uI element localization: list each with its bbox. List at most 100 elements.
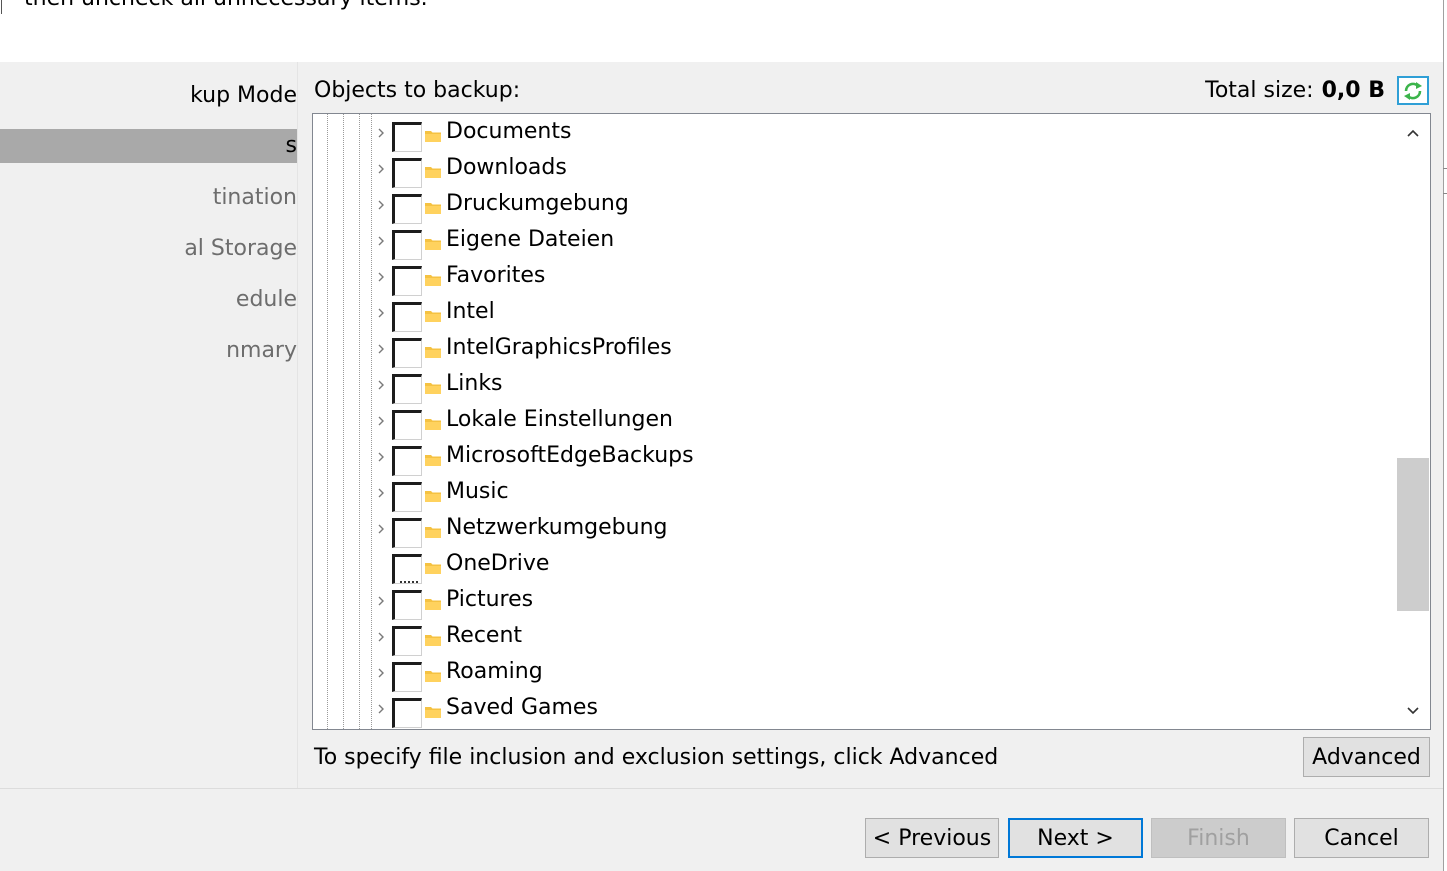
tree-item-checkbox[interactable]: [392, 698, 422, 728]
chevron-right-icon[interactable]: [375, 197, 387, 213]
tree-item[interactable]: Recent: [313, 621, 1396, 657]
tree-item-checkbox[interactable]: [392, 446, 422, 476]
step-schedule[interactable]: edule: [0, 283, 297, 317]
chevron-right-icon[interactable]: [375, 521, 387, 537]
folder-icon: [425, 127, 441, 142]
tree-item-checkbox[interactable]: [392, 158, 422, 188]
tree-item-checkbox[interactable]: [392, 626, 422, 656]
next-button[interactable]: Next >: [1008, 818, 1143, 858]
tree-item-checkbox[interactable]: [392, 122, 422, 152]
folder-icon: [425, 631, 441, 646]
window-right-edge: [1443, 0, 1447, 871]
tree-item-checkbox[interactable]: [392, 482, 422, 512]
chevron-right-icon[interactable]: [375, 125, 387, 141]
tree-item-label: Lokale Einstellungen: [446, 407, 673, 432]
step-label: nmary: [226, 338, 297, 363]
tree-item[interactable]: OneDrive: [313, 549, 1396, 585]
tree-item[interactable]: Intel: [313, 297, 1396, 333]
step-label: s: [285, 133, 297, 158]
tree-item-label: IntelGraphicsProfiles: [446, 335, 672, 360]
tree-item-checkbox[interactable]: [392, 194, 422, 224]
tree-item-label: Eigene Dateien: [446, 227, 615, 252]
tree-item[interactable]: Links: [313, 369, 1396, 405]
chevron-right-icon[interactable]: [375, 341, 387, 357]
step-destination[interactable]: tination: [0, 181, 297, 215]
tree-item[interactable]: Druckumgebung: [313, 189, 1396, 225]
chevron-right-icon[interactable]: [375, 629, 387, 645]
tree-item[interactable]: Saved Games: [313, 693, 1396, 729]
refresh-button[interactable]: [1397, 76, 1429, 105]
finish-button[interactable]: Finish: [1151, 818, 1286, 858]
tree-item[interactable]: Documents: [313, 117, 1396, 153]
tree-item[interactable]: Music: [313, 477, 1396, 513]
tree-item-checkbox[interactable]: [392, 662, 422, 692]
tree-item-label: Druckumgebung: [446, 191, 629, 216]
step-summary[interactable]: nmary: [0, 334, 297, 368]
chevron-right-icon[interactable]: [375, 377, 387, 393]
cancel-button[interactable]: Cancel: [1294, 818, 1429, 858]
total-size-value: 0,0 B: [1321, 78, 1385, 103]
tree-item-checkbox[interactable]: [392, 410, 422, 440]
tree-item[interactable]: Favorites: [313, 261, 1396, 297]
folder-icon: [425, 199, 441, 214]
tree-item-checkbox[interactable]: [392, 518, 422, 548]
tree-item-checkbox[interactable]: [392, 302, 422, 332]
tree-item[interactable]: Roaming: [313, 657, 1396, 693]
tree-item[interactable]: IntelGraphicsProfiles: [313, 333, 1396, 369]
tree-item[interactable]: Lokale Einstellungen: [313, 405, 1396, 441]
scroll-down-button[interactable]: [1396, 694, 1430, 728]
scroll-thumb[interactable]: [1397, 458, 1429, 611]
tree-item[interactable]: Downloads: [313, 153, 1396, 189]
tree-item-label: Documents: [446, 119, 572, 144]
step-objects[interactable]: s: [0, 129, 297, 163]
previous-button[interactable]: < Previous: [865, 818, 999, 858]
folder-icon: [425, 271, 441, 286]
header-checkbox-edge: [0, 0, 2, 14]
total-size: Total size: 0,0 B: [1205, 78, 1385, 103]
header-instruction: then uncheck all unnecessary items.: [24, 0, 428, 11]
advanced-button[interactable]: Advanced: [1303, 737, 1430, 777]
tree-item-checkbox[interactable]: [392, 230, 422, 260]
tree-item-checkbox[interactable]: [392, 374, 422, 404]
chevron-right-icon[interactable]: [375, 305, 387, 321]
tree-item-label: Recent: [446, 623, 523, 648]
folder-icon: [425, 595, 441, 610]
chevron-right-icon[interactable]: [375, 413, 387, 429]
total-size-label: Total size:: [1205, 78, 1314, 103]
tree-item[interactable]: MicrosoftEdgeBackups: [313, 441, 1396, 477]
tree-item-checkbox[interactable]: [392, 266, 422, 296]
step-local-storage[interactable]: al Storage: [0, 232, 297, 266]
chevron-right-icon[interactable]: [375, 161, 387, 177]
folder-icon: [425, 559, 441, 574]
chevron-right-icon[interactable]: [375, 701, 387, 717]
tree-vertical-scrollbar[interactable]: [1396, 114, 1430, 729]
chevron-right-icon[interactable]: [375, 449, 387, 465]
chevron-up-icon: [1407, 129, 1419, 137]
folder-icon: [425, 703, 441, 718]
folder-icon: [425, 451, 441, 466]
objects-tree[interactable]: Documents Downloads Druckumgebung Eigene Da…: [312, 113, 1431, 730]
tree-item[interactable]: Pictures: [313, 585, 1396, 621]
tree-item-checkbox[interactable]: [392, 590, 422, 620]
chevron-right-icon[interactable]: [375, 485, 387, 501]
folder-icon: [425, 379, 441, 394]
folder-icon: [425, 343, 441, 358]
step-label: edule: [235, 287, 297, 312]
wizard-header: then uncheck all unnecessary items.: [0, 0, 1443, 62]
chevron-right-icon[interactable]: [375, 593, 387, 609]
tree-item-label: Links: [446, 371, 503, 396]
chevron-right-icon[interactable]: [375, 233, 387, 249]
tree-item[interactable]: Eigene Dateien: [313, 225, 1396, 261]
scroll-up-button[interactable]: [1396, 116, 1430, 150]
step-label: kup Mode: [190, 83, 297, 108]
chevron-right-icon[interactable]: [375, 269, 387, 285]
tree-item-label: Intel: [446, 299, 495, 324]
chevron-right-icon[interactable]: [375, 665, 387, 681]
tree-item-checkbox[interactable]: [392, 554, 422, 584]
tree-item-label: Favorites: [446, 263, 546, 288]
tree-item[interactable]: Netzwerkumgebung: [313, 513, 1396, 549]
advanced-hint-text: To specify file inclusion and exclusion …: [314, 745, 999, 770]
step-backup-mode[interactable]: kup Mode: [0, 79, 297, 113]
tree-item-checkbox[interactable]: [392, 338, 422, 368]
tree-item-label: Pictures: [446, 587, 534, 612]
